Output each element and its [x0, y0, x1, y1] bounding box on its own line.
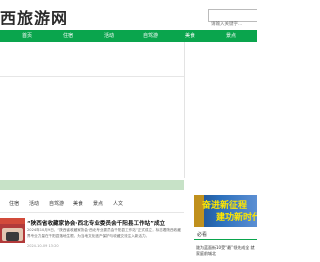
article-date: 2024-10-09 13:20 [27, 244, 59, 248]
sidebar-header: 必看 [194, 230, 257, 240]
promo-slogan-line2: 建功新时代 [216, 213, 257, 223]
main-nav: 首页 住宿 活动 自驾游 美食 景点 [0, 30, 257, 42]
tab-selfdrive[interactable]: 自驾游 [49, 200, 64, 207]
search-box[interactable] [208, 9, 257, 30]
tab-culture[interactable]: 人文 [113, 200, 123, 207]
sidebar-title: 必看 [197, 232, 208, 238]
thumbnail-banner-shape [0, 218, 25, 224]
nav-item-events[interactable]: 活动 [104, 32, 114, 39]
banner-divider [0, 76, 184, 77]
site-logo[interactable]: 西旅游网 [0, 5, 68, 25]
nav-item-attractions[interactable]: 景点 [226, 32, 236, 39]
section-separator-bar [0, 180, 184, 190]
article-summary: 2024年10月9日，“陕西省收藏家协会·西北专业委员会千阳县工作站”正式成立，… [27, 228, 181, 238]
nav-item-food[interactable]: 美食 [185, 32, 195, 39]
content-divider [184, 42, 185, 178]
banner-area [0, 42, 257, 178]
nav-item-home[interactable]: 首页 [22, 32, 32, 39]
nav-item-lodging[interactable]: 住宿 [63, 32, 73, 39]
tabs-underline [0, 212, 184, 213]
tab-lodging[interactable]: 住宿 [9, 200, 19, 207]
promo-banner[interactable]: 奋进新征程 建功新时代 [194, 195, 257, 227]
nav-item-selfdrive[interactable]: 自驾游 [143, 32, 158, 39]
article-thumbnail[interactable] [0, 218, 25, 243]
tab-events[interactable]: 活动 [29, 200, 39, 207]
category-tabs: 住宿 活动 自驾游 美食 景点 人文 [0, 197, 184, 211]
tab-attractions[interactable]: 景点 [93, 200, 103, 207]
tab-food[interactable]: 美食 [73, 200, 83, 207]
search-input[interactable] [209, 19, 257, 30]
article-title[interactable]: “陕西省收藏家协会·西北专业委员会千阳县工作站”成立 [27, 219, 165, 227]
site-header: 西旅游网 [0, 0, 257, 30]
thumbnail-figure-shape [6, 232, 19, 241]
article-list-item[interactable]: “陕西省收藏家协会·西北专业委员会千阳县工作站”成立 2024年10月9日，“陕… [0, 214, 184, 262]
sidebar-list-item[interactable]: 陇为蓝面街10受“最”领先成全 就家庭前城北 [196, 245, 257, 256]
